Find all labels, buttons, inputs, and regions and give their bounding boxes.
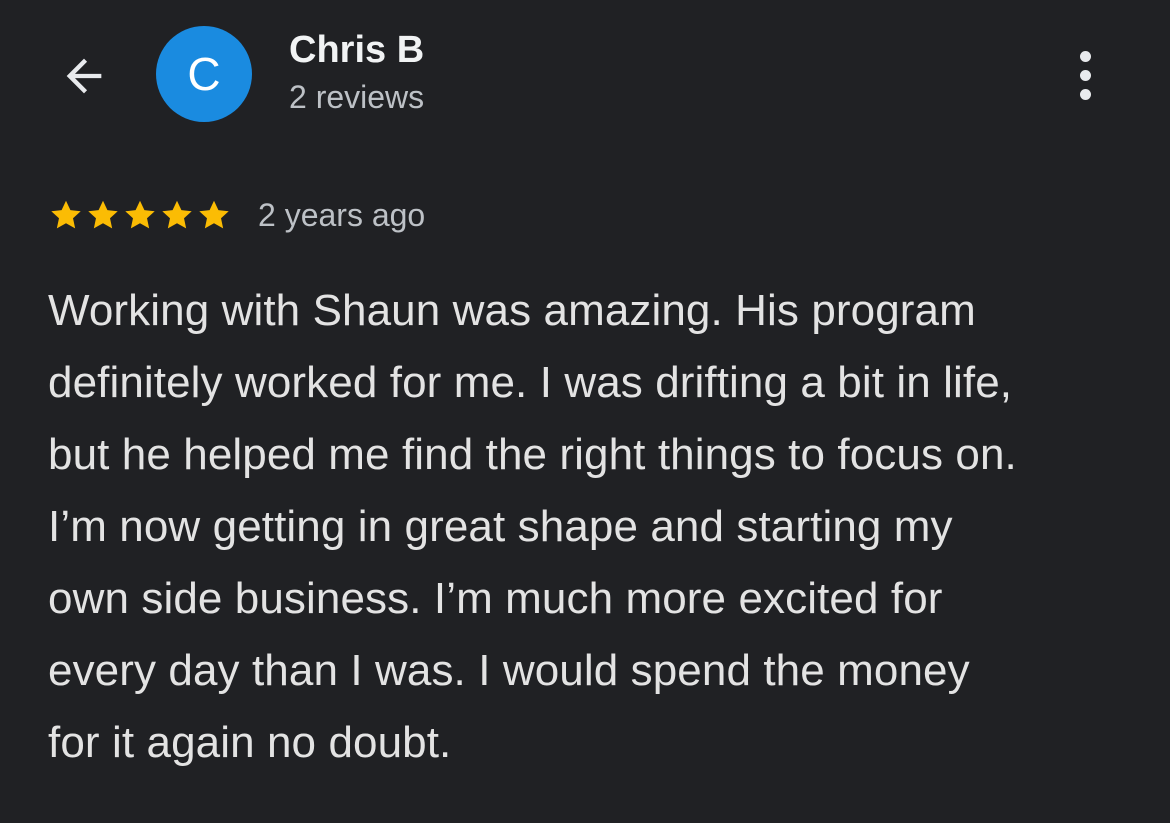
star-rating (48, 197, 232, 233)
back-button[interactable] (52, 44, 116, 108)
star-icon (159, 197, 195, 233)
review-count: 2 reviews (289, 79, 425, 115)
avatar[interactable]: C (156, 26, 252, 122)
star-icon (122, 197, 158, 233)
more-vert-icon (1079, 50, 1091, 62)
review-date: 2 years ago (258, 196, 426, 233)
review-header: C Chris B 2 reviews (0, 0, 1170, 150)
star-icon (196, 197, 232, 233)
review-text-line: own side business. I’m much more excited… (48, 574, 943, 623)
review-text-line: definitely worked for me. I was drifting… (48, 358, 1013, 407)
review-text-line: but he helped me find the right things t… (48, 430, 1017, 479)
more-vert-icon-dot (1079, 88, 1091, 100)
more-vert-icon-dot (1079, 69, 1091, 81)
review-text-line: Working with Shaun was amazing. His prog… (48, 286, 976, 335)
review-text-line: for it again no doubt. (48, 718, 452, 767)
user-name[interactable]: Chris B (289, 26, 424, 74)
rating-row: 2 years ago (48, 190, 425, 240)
user-info[interactable]: Chris B 2 reviews (289, 26, 424, 118)
review-text-line: I’m now getting in great shape and start… (48, 502, 953, 551)
star-icon (48, 197, 84, 233)
star-icon (85, 197, 121, 233)
arrow-left-icon (66, 58, 102, 94)
avatar-letter: C (187, 48, 221, 100)
more-options-button[interactable] (1060, 40, 1110, 110)
review-text-line: every day than I was. I would spend the … (48, 646, 970, 695)
review-body: Working with Shaun was amazing. His prog… (48, 275, 1148, 779)
